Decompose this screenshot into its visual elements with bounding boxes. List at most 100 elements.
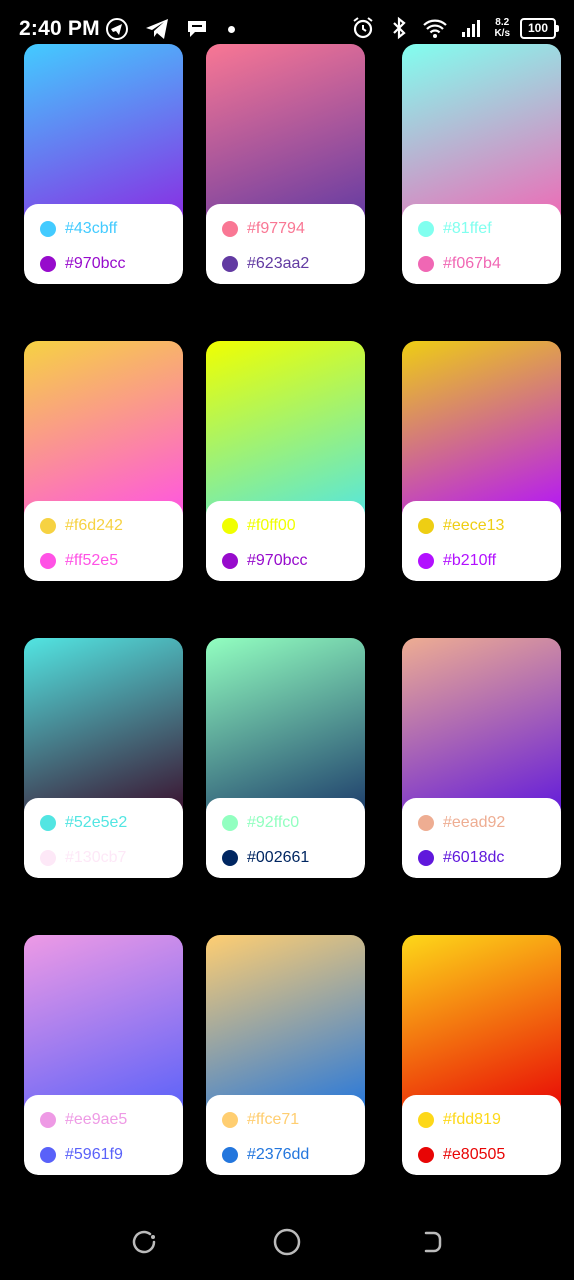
gradient-swatch: [206, 935, 365, 1115]
hex-label: #002661: [247, 849, 310, 866]
color-dot: [40, 518, 56, 534]
color-dot: [222, 221, 238, 237]
color-dot: [40, 221, 56, 237]
color-dot: [222, 815, 238, 831]
hex-label: #130cb7: [65, 849, 127, 866]
gradient-card[interactable]: #43cbff #970bcc: [24, 44, 183, 284]
gradient-swatch: [24, 638, 183, 818]
recent-apps-icon: [132, 1230, 156, 1254]
hex-label: #5961f9: [65, 1146, 123, 1163]
gradient-swatch: [24, 935, 183, 1115]
battery-level: 100: [527, 21, 549, 35]
hex-label: #eece13: [443, 517, 505, 534]
hex-label: #2376dd: [247, 1146, 310, 1163]
hex-label: #e80505: [443, 1146, 506, 1163]
gradient-swatch: [206, 638, 365, 818]
gradient-card[interactable]: #fdd819 #e80505: [402, 935, 561, 1175]
color-dot: [40, 815, 56, 831]
status-time: 2:40 PM: [19, 17, 100, 40]
gradient-swatch: [24, 341, 183, 521]
back-button[interactable]: [412, 1224, 448, 1260]
color-dot: [418, 553, 434, 569]
color-dot: [222, 1112, 238, 1128]
color-dot: [418, 221, 434, 237]
hex-label: #52e5e2: [65, 814, 128, 831]
gradient-swatch: [402, 341, 561, 521]
card-info: #43cbff #970bcc: [24, 204, 183, 284]
color-dot: [40, 1147, 56, 1163]
hex-label: #6018dc: [443, 849, 505, 866]
gradient-card[interactable]: #f97794 #623aa2: [206, 44, 365, 284]
gradient-swatch: [402, 638, 561, 818]
hex-label: #43cbff: [65, 220, 118, 237]
hex-label: #ff52e5: [65, 552, 119, 569]
gradient-swatch: [206, 341, 365, 521]
gradient-card[interactable]: #ee9ae5 #5961f9: [24, 935, 183, 1175]
card-info: #f97794 #623aa2: [206, 204, 365, 284]
hex-label: #92ffc0: [247, 814, 300, 831]
hex-label: #f6d242: [65, 517, 123, 534]
color-dot: [222, 553, 238, 569]
card-info: #fdd819 #e80505: [402, 1095, 561, 1175]
gradient-card[interactable]: #eead92 #6018dc: [402, 638, 561, 878]
color-dot: [222, 518, 238, 534]
gradient-swatch: [24, 44, 183, 224]
gradient-card[interactable]: #ffce71 #2376dd: [206, 935, 365, 1175]
system-icons: 8.2 K/s 100: [350, 15, 559, 41]
bluetooth-icon: [386, 15, 412, 41]
back-icon: [424, 1231, 442, 1253]
network-speed: 8.2 K/s: [494, 17, 510, 39]
color-dot: [40, 1112, 56, 1128]
wifi-icon: [422, 15, 448, 41]
home-button[interactable]: [269, 1224, 305, 1260]
hex-label: #623aa2: [247, 255, 310, 272]
alarm-icon: [350, 15, 376, 41]
hex-label: #f0ff00: [247, 517, 296, 534]
color-dot: [418, 1147, 434, 1163]
hex-label: #970bcc: [247, 552, 308, 569]
gradient-swatch: [402, 935, 561, 1115]
more-notifications-dot: [228, 25, 235, 33]
color-dot: [222, 850, 238, 866]
color-dot: [418, 850, 434, 866]
card-info: #eead92 #6018dc: [402, 798, 561, 878]
battery-indicator: 100: [520, 17, 559, 39]
card-info: #ffce71 #2376dd: [206, 1095, 365, 1175]
navigation-bar: [0, 1200, 574, 1280]
card-info: #81ffef #f067b4: [402, 204, 561, 284]
card-info: #eece13 #b210ff: [402, 501, 561, 581]
gradient-card[interactable]: #eece13 #b210ff: [402, 341, 561, 581]
color-dot: [418, 815, 434, 831]
color-dot: [418, 256, 434, 272]
hex-label: #b210ff: [443, 552, 497, 569]
color-dot: [40, 553, 56, 569]
gradient-card[interactable]: #f0ff00 #970bcc: [206, 341, 365, 581]
hex-label: #fdd819: [443, 1111, 501, 1128]
network-speed-unit: K/s: [494, 28, 510, 39]
hex-label: #eead92: [443, 814, 506, 831]
telegram-circle-icon: [104, 16, 130, 42]
color-dot: [40, 850, 56, 866]
card-info: #ee9ae5 #5961f9: [24, 1095, 183, 1175]
hex-label: #ee9ae5: [65, 1111, 128, 1128]
gradient-card[interactable]: #f6d242 #ff52e5: [24, 341, 183, 581]
gradient-card[interactable]: #52e5e2 #130cb7: [24, 638, 183, 878]
gradient-card[interactable]: #81ffef #f067b4: [402, 44, 561, 284]
chat-bubble-icon: [184, 16, 210, 42]
color-dot: [222, 1147, 238, 1163]
card-info: #f6d242 #ff52e5: [24, 501, 183, 581]
color-dot: [418, 518, 434, 534]
network-speed-value: 8.2: [495, 17, 510, 28]
signal-icon: [458, 15, 484, 41]
hex-label: #970bcc: [65, 255, 126, 272]
card-info: #92ffc0 #002661: [206, 798, 365, 878]
card-info: #f0ff00 #970bcc: [206, 501, 365, 581]
color-dot: [418, 1112, 434, 1128]
gradient-card[interactable]: #92ffc0 #002661: [206, 638, 365, 878]
color-dot: [40, 256, 56, 272]
hex-label: #f067b4: [443, 255, 501, 272]
color-dot: [222, 256, 238, 272]
hex-label: #ffce71: [247, 1111, 300, 1128]
hex-label: #81ffef: [443, 220, 492, 237]
recent-apps-button[interactable]: [126, 1224, 162, 1260]
